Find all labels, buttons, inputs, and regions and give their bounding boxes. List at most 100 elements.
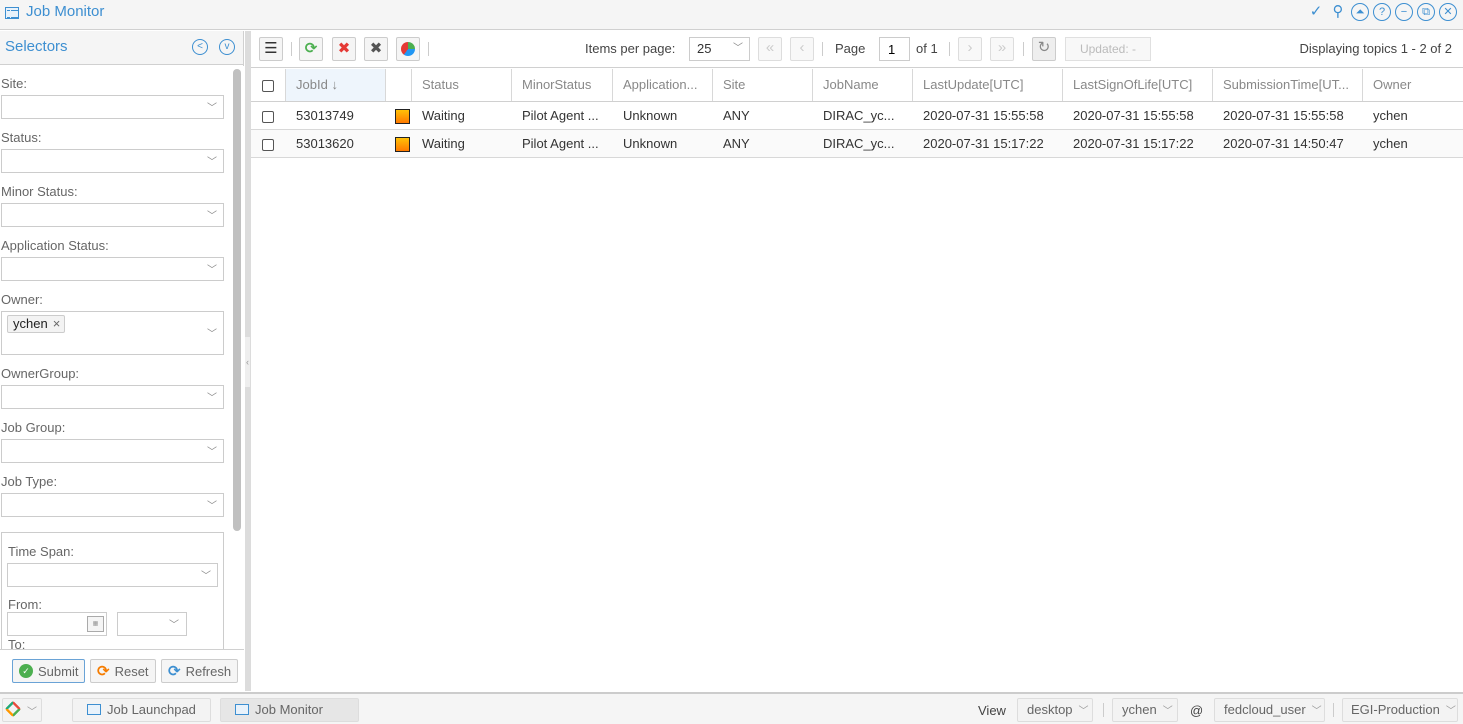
window-titlebar: Job Monitor ✓ ⚲ ⏶ ? − ⧉ ✕ xyxy=(0,0,1463,30)
dirac-menu-button[interactable]: ﹀ xyxy=(2,698,42,722)
chevron-down-icon: ﹀ xyxy=(207,447,217,458)
collapse-left-icon[interactable]: < xyxy=(192,39,208,55)
site-combo[interactable]: ﹀ xyxy=(1,95,224,119)
pie-chart-glyph xyxy=(401,42,415,57)
page-input[interactable] xyxy=(879,37,910,61)
job-group-combo[interactable]: ﹀ xyxy=(1,439,224,463)
minor-status-label: Minor Status: xyxy=(1,184,78,199)
column-job-name[interactable]: JobName xyxy=(813,69,913,101)
kill-icon[interactable]: ✖ xyxy=(332,37,356,61)
view-selector[interactable]: desktop ﹀ xyxy=(1017,698,1093,722)
jobid-cell: 53013620 xyxy=(296,136,354,151)
help-icon[interactable]: ? xyxy=(1373,3,1391,21)
last-sign-of-life-cell: 2020-07-31 15:55:58 xyxy=(1073,108,1194,123)
calendar-icon[interactable]: ▦ xyxy=(87,616,104,632)
application-status-combo[interactable]: ﹀ xyxy=(1,257,224,281)
taskbar-app-job-monitor[interactable]: Job Monitor xyxy=(220,698,359,722)
table-row[interactable]: 53013620 Waiting Pilot Agent ... Unknown… xyxy=(251,130,1463,158)
column-owner[interactable]: Owner xyxy=(1363,69,1463,101)
owner-label: Owner: xyxy=(1,292,43,307)
row-select-cell xyxy=(251,130,286,157)
from-date-field[interactable]: ▦ xyxy=(7,612,107,636)
setup-selector[interactable]: EGI-Production ﹀ xyxy=(1342,698,1458,722)
view-label: View xyxy=(978,703,1006,718)
close-icon[interactable]: ✕ xyxy=(1439,3,1457,21)
app-window-icon xyxy=(87,704,101,716)
group-selector[interactable]: fedcloud_user ﹀ xyxy=(1214,698,1325,722)
app-window-icon xyxy=(235,704,249,716)
job-type-combo[interactable]: ﹀ xyxy=(1,493,224,517)
dirac-logo-icon xyxy=(4,700,22,718)
updated-button[interactable]: Updated: - xyxy=(1065,37,1151,61)
remove-tag-icon[interactable]: × xyxy=(53,316,61,332)
chevron-down-icon[interactable]: v xyxy=(219,39,235,55)
refresh-button[interactable]: ⟳ Refresh xyxy=(161,659,239,683)
row-select-cell xyxy=(251,102,286,129)
next-page-button[interactable]: › xyxy=(958,37,982,61)
taskbar: ﹀ Job Launchpad Job Monitor View desktop… xyxy=(0,692,1463,724)
status-label: Status: xyxy=(1,130,42,145)
jobid-cell: 53013749 xyxy=(296,108,354,123)
submit-label: Submit xyxy=(38,663,79,679)
refresh-label: Refresh xyxy=(185,663,232,679)
collapse-up-icon[interactable]: ⏶ xyxy=(1351,3,1369,21)
column-minor-status[interactable]: MinorStatus xyxy=(512,69,613,101)
application-status-cell: Unknown xyxy=(623,136,678,151)
column-last-sign-of-life[interactable]: LastSignOfLife[UTC] xyxy=(1063,69,1213,101)
status-cell: Waiting xyxy=(422,108,465,123)
job-grid-panel: ☰ ⟳ ✖ ✖ Items per page: 25 ﹀ « ‹ Page of… xyxy=(251,31,1463,691)
column-status[interactable]: Status xyxy=(412,69,512,101)
application-status-label: Application Status: xyxy=(1,238,109,253)
last-page-button[interactable]: » xyxy=(990,37,1014,61)
from-label: From: xyxy=(8,597,42,612)
status-combo[interactable]: ﹀ xyxy=(1,149,224,173)
select-all-column xyxy=(251,69,286,101)
submission-time-cell: 2020-07-31 15:55:58 xyxy=(1223,108,1344,123)
toolbar-separator xyxy=(949,42,950,56)
column-jobid-label: JobId xyxy=(296,77,328,92)
row-checkbox[interactable] xyxy=(262,110,274,123)
reschedule-icon[interactable]: ⟳ xyxy=(299,37,323,61)
collapse-handle[interactable]: ‹ xyxy=(245,337,250,387)
selectors-header: Selectors < v xyxy=(0,31,243,65)
column-application-status[interactable]: Application... xyxy=(613,69,713,101)
refresh-icon: ⟳ xyxy=(168,663,181,680)
pin-icon[interactable]: ⚲ xyxy=(1329,3,1347,21)
column-jobid[interactable]: JobId ↓ xyxy=(286,69,386,101)
first-page-button[interactable]: « xyxy=(758,37,782,61)
chevron-down-icon: ﹀ xyxy=(201,571,211,582)
selectors-scroll-thumb[interactable] xyxy=(233,69,241,531)
pie-chart-icon[interactable] xyxy=(396,37,420,61)
from-time-combo[interactable]: ﹀ xyxy=(117,612,187,636)
submit-button[interactable]: ✓ Submit xyxy=(12,659,86,683)
site-cell: ANY xyxy=(723,136,750,151)
column-status-color[interactable] xyxy=(386,69,412,101)
prev-page-button[interactable]: ‹ xyxy=(790,37,814,61)
items-per-page-combo[interactable]: 25 ﹀ xyxy=(689,37,750,61)
column-last-update[interactable]: LastUpdate[UTC] xyxy=(913,69,1063,101)
row-checkbox[interactable] xyxy=(262,138,274,151)
menu-icon[interactable]: ☰ xyxy=(259,37,283,61)
chevron-down-icon: ﹀ xyxy=(207,211,217,222)
check-icon[interactable]: ✓ xyxy=(1307,3,1325,21)
maximize-icon[interactable]: ⧉ xyxy=(1417,3,1435,21)
reset-button[interactable]: ⟳ Reset xyxy=(90,659,156,683)
chevron-down-icon: ﹀ xyxy=(207,329,217,340)
time-span-combo[interactable]: ﹀ xyxy=(7,563,218,587)
minimize-icon[interactable]: − xyxy=(1395,3,1413,21)
chevron-down-icon: ﹀ xyxy=(207,501,217,512)
displaying-info: Displaying topics 1 - 2 of 2 xyxy=(1299,41,1452,56)
minor-status-combo[interactable]: ﹀ xyxy=(1,203,224,227)
owner-group-combo[interactable]: ﹀ xyxy=(1,385,224,409)
reload-icon[interactable]: ↻ xyxy=(1032,37,1056,61)
table-row[interactable]: 53013749 Waiting Pilot Agent ... Unknown… xyxy=(251,102,1463,130)
site-label: Site: xyxy=(1,76,28,91)
column-site[interactable]: Site xyxy=(713,69,813,101)
window-tools: ✓ ⚲ ⏶ ? − ⧉ ✕ xyxy=(1307,3,1457,21)
user-selector[interactable]: ychen ﹀ xyxy=(1112,698,1178,722)
taskbar-app-job-launchpad[interactable]: Job Launchpad xyxy=(72,698,211,722)
select-all-checkbox[interactable] xyxy=(262,79,274,92)
column-submission-time[interactable]: SubmissionTime[UT... xyxy=(1213,69,1363,101)
owner-combo[interactable]: ychen × ﹀ xyxy=(1,311,224,355)
delete-icon[interactable]: ✖ xyxy=(364,37,388,61)
